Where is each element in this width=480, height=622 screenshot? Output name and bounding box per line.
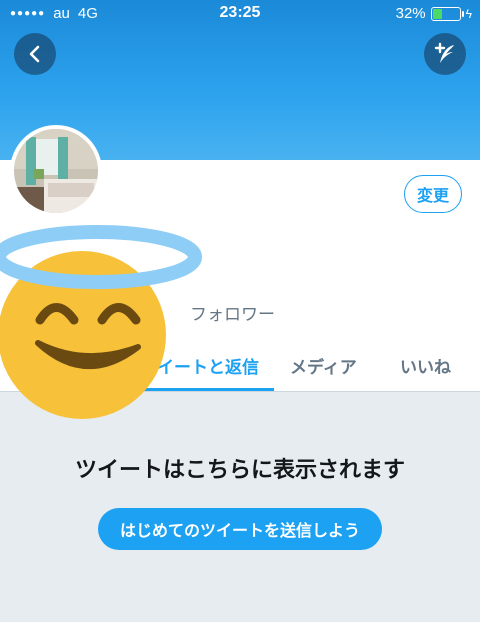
charging-icon: ϟ [465,6,472,21]
smiling-face-with-halo-icon [0,225,202,419]
back-button[interactable] [14,33,56,75]
avatar-photo [14,129,98,213]
tab-likes[interactable]: いいね [400,353,451,378]
profile-avatar[interactable] [10,125,102,217]
compose-tweet-icon [434,42,454,63]
chevron-left-icon [29,45,40,63]
battery-group: 32% ϟ [396,5,472,22]
first-tweet-button[interactable]: はじめてのツイートを送信しよう [98,508,382,550]
edit-profile-button[interactable]: 変更 [404,175,462,213]
battery-percent: 32% [395,5,426,22]
tweets-feed: ツイートはこちらに表示されます はじめてのツイートを送信しよう [0,392,480,622]
status-bar: ●●●●● au 4G 23:25 32% ϟ [0,0,480,30]
tab-media[interactable]: メディア [290,353,357,378]
battery-icon [430,6,464,21]
compose-tweet-button[interactable] [424,33,466,75]
empty-state-title: ツイートはこちらに表示されます [74,458,405,483]
